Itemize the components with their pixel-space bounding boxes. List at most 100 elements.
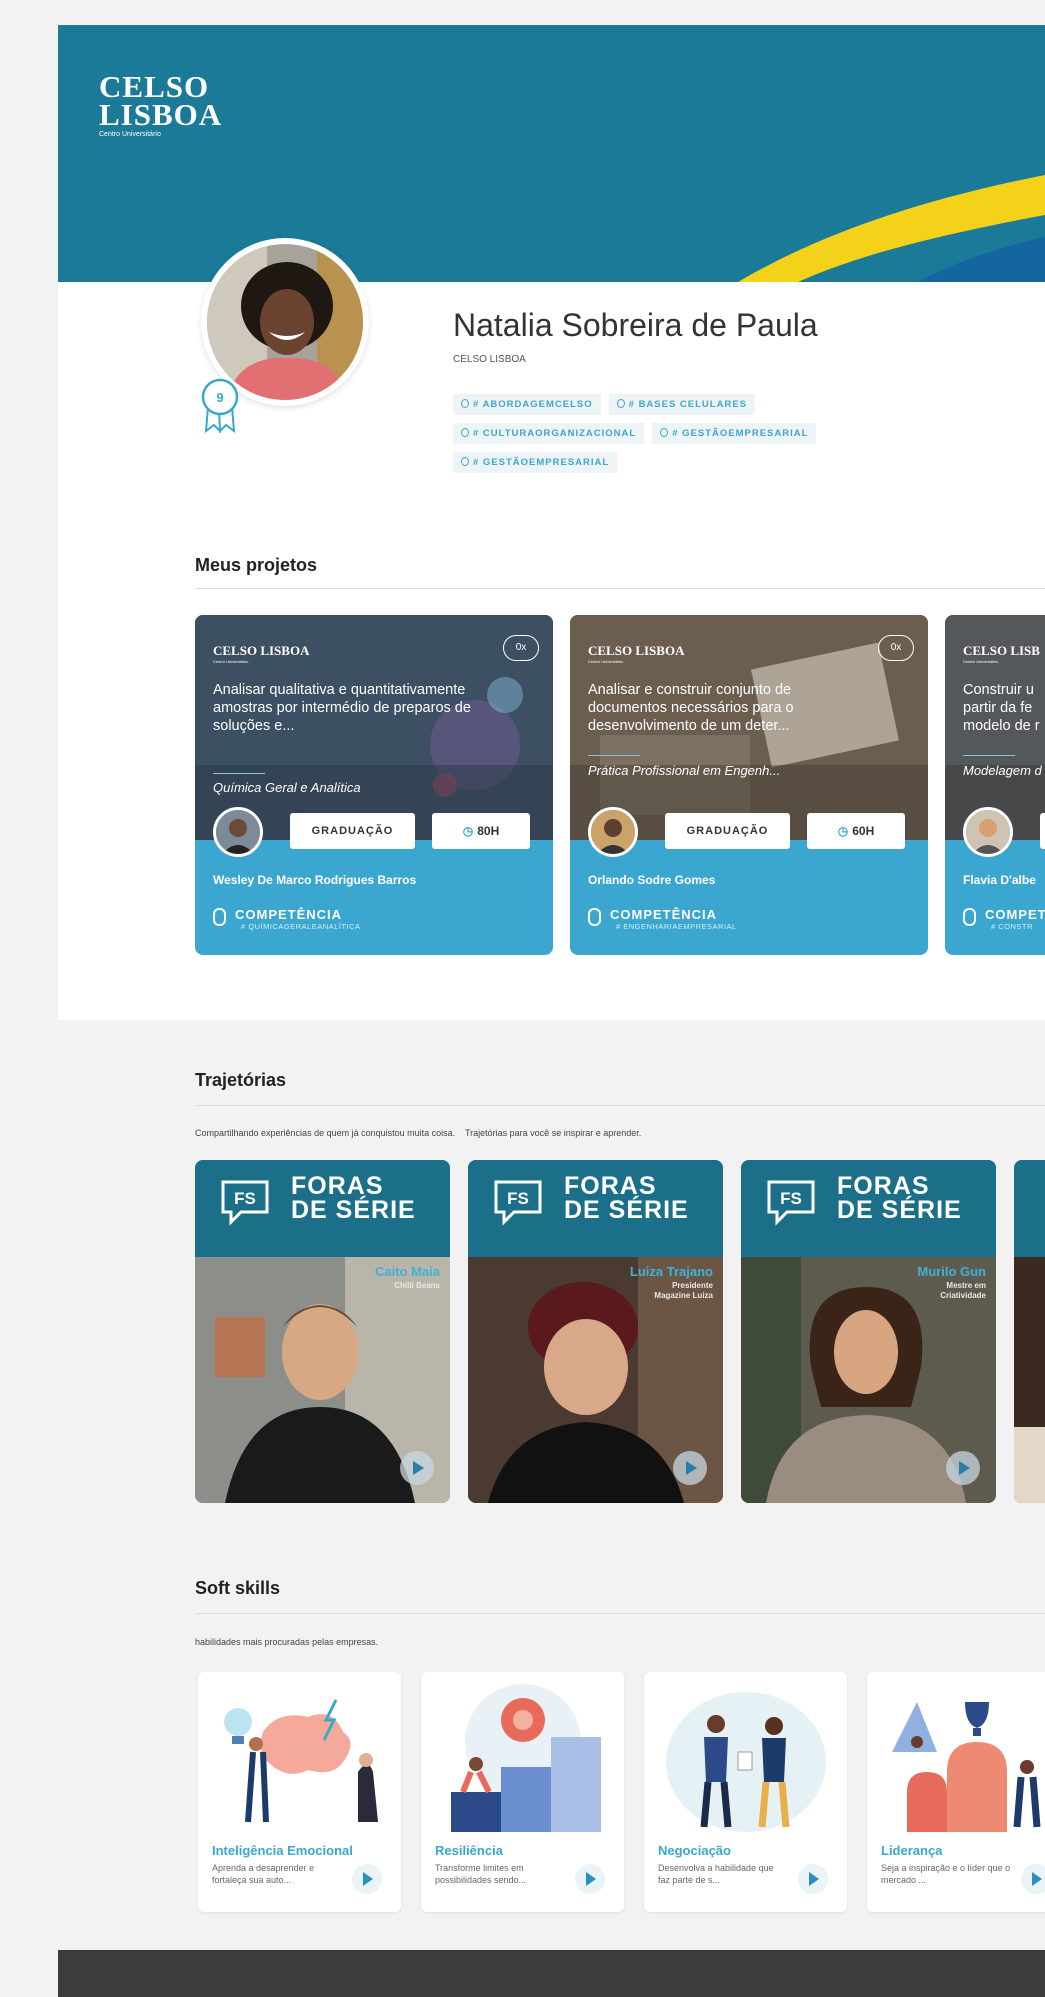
footer xyxy=(58,1950,1045,1997)
foras-de-serie-header: FS FORAS DE SÉRIE xyxy=(195,1160,450,1257)
fs-line1: FORAS xyxy=(564,1172,657,1200)
level-button[interactable]: GRADUAÇÃO xyxy=(665,813,790,849)
play-button-icon[interactable] xyxy=(673,1451,707,1485)
project-logo-sub: Centro Universitário xyxy=(963,659,999,664)
tag-chip[interactable]: # ABORDAGEMCELSO xyxy=(453,394,601,415)
speaker-name: Luiza Trajano xyxy=(629,1264,713,1279)
emotional-intelligence-illustration xyxy=(224,1699,378,1823)
skill-card[interactable]: Negociação Desenvolva a habilidade que f… xyxy=(644,1672,847,1912)
level-button[interactable] xyxy=(1040,813,1045,849)
skill-title: Negociação xyxy=(658,1843,731,1858)
projects-title: Meus projetos xyxy=(195,555,318,575)
project-logo-sub: Centro Universitário xyxy=(213,659,249,664)
level-badge-icon: 9 xyxy=(201,378,239,433)
professor-avatar xyxy=(588,807,638,857)
trajectory-card[interactable] xyxy=(1014,1160,1045,1503)
professor-avatar xyxy=(963,807,1013,857)
hours-label: 60H xyxy=(852,824,875,838)
project-card[interactable]: CELSO LISB Centro Universitário Construir… xyxy=(945,615,1045,955)
competence: COMPETÊNCIA # ENGENHARIAEMPRESARIAL xyxy=(588,907,737,931)
foras-de-serie-text: FORAS DE SÉRIE xyxy=(291,1174,416,1223)
project-image: CELSO LISBOA Centro Universitário 0x Anal… xyxy=(195,615,553,840)
fs-line2: DE SÉRIE xyxy=(564,1196,689,1224)
speaker-role: Chilli Beans xyxy=(394,1281,440,1290)
professor-name: Wesley De Marco Rodrigues Barros xyxy=(213,873,417,887)
foras-de-serie-text: FORAS DE SÉRIE xyxy=(564,1172,689,1224)
celso-lisboa-logo[interactable]: CELSO LISBOA Centro Universitário xyxy=(99,71,223,138)
project-divider xyxy=(588,755,640,756)
competence-tag: # CONSTR xyxy=(991,922,1033,931)
tag-chip[interactable]: # GESTÃOEMPRESARIAL xyxy=(652,423,817,444)
skill-card[interactable]: Inteligência Emocional Aprenda a desapre… xyxy=(198,1672,401,1912)
badge-icon xyxy=(660,428,669,437)
project-divider xyxy=(213,773,265,774)
profile-tags: # ABORDAGEMCELSO # BASES CELULARES # CULT… xyxy=(453,394,953,481)
clock-icon: ◷ xyxy=(837,824,849,838)
play-button-icon[interactable] xyxy=(946,1451,980,1485)
hours-button[interactable]: ◷ 60H xyxy=(807,813,905,849)
level-button[interactable]: GRADUAÇÃO xyxy=(290,813,415,849)
foras-de-serie-header xyxy=(1014,1160,1045,1257)
tag-label: # GESTÃOEMPRESARIAL xyxy=(672,428,809,439)
skill-description: Aprenda a desaprender e fortaleça sua au… xyxy=(212,1863,315,1885)
tag-chip[interactable]: # BASES CELULARES xyxy=(608,394,755,415)
play-icon[interactable] xyxy=(352,1864,382,1894)
profile-page: CELSO LISBOA Centro Universitário 9 Nata… xyxy=(58,25,1045,1997)
badge-icon xyxy=(461,399,469,408)
trajectory-card[interactable]: FS FORAS DE SÉRIE Luiza Trajano President… xyxy=(468,1160,723,1503)
speaker-name: Caito Maia xyxy=(374,1264,440,1279)
professor-name: Flavia D'albe xyxy=(963,873,1036,887)
speaker-photo xyxy=(1014,1257,1045,1503)
hours-label: 80H xyxy=(477,824,500,838)
profile-institution: CELSO LISBOA xyxy=(453,354,526,365)
hours-button[interactable]: ◷ 80H xyxy=(432,813,530,849)
project-card[interactable]: CELSO LISBOA Centro Universitário 0x Anal… xyxy=(570,615,928,955)
project-logo: CELSO LISBOA Centro Universitário xyxy=(213,643,309,664)
speaker-name: Murilo Gun xyxy=(917,1264,986,1279)
project-count-badge: 0x xyxy=(503,635,539,661)
project-divider xyxy=(963,755,1015,756)
negotiation-illustration xyxy=(666,1692,826,1832)
logo-sub: Centro Universitário xyxy=(99,131,161,138)
project-card[interactable]: CELSO LISBOA Centro Universitário 0x Anal… xyxy=(195,615,553,955)
logo-line2: LISBOA xyxy=(99,97,223,132)
trajectory-card[interactable]: FS FORAS DE SÉRIE Murilo Gun Mestre em Cr… xyxy=(741,1160,996,1503)
resilience-illustration xyxy=(451,1684,601,1832)
project-description: Construir u partir da fe modelo de r xyxy=(963,682,1040,734)
leadership-illustration xyxy=(892,1702,1041,1832)
fs-logo-icon: FS xyxy=(221,1180,269,1226)
project-logo: CELSO LISB Centro Universitário xyxy=(963,643,1040,664)
trajectory-card[interactable]: FS FORAS DE SÉRIE Caito Maia Chilli Beans xyxy=(195,1160,450,1503)
competence-label: COMPETÊNCIA xyxy=(610,907,718,922)
professor-avatar xyxy=(213,807,263,857)
project-logo-sub: Centro Universitário xyxy=(588,659,624,664)
badge-icon xyxy=(461,457,469,466)
soft-skills-title: Soft skills xyxy=(195,1578,281,1598)
tag-chip[interactable]: # GESTÃOEMPRESARIAL xyxy=(453,452,618,473)
badge-icon xyxy=(616,399,625,408)
play-button-icon[interactable] xyxy=(400,1451,434,1485)
skill-title: Liderança xyxy=(881,1843,943,1858)
project-image: CELSO LISB Centro Universitário Construir… xyxy=(945,615,1045,840)
fs-line2: DE SÉRIE xyxy=(837,1196,962,1224)
skill-title: Inteligência Emocional xyxy=(212,1843,353,1858)
play-icon[interactable] xyxy=(1021,1864,1045,1894)
clock-icon: ◷ xyxy=(462,824,474,838)
fs-mark: FS xyxy=(234,1189,256,1208)
play-icon[interactable] xyxy=(575,1864,605,1894)
project-logo-text: CELSO LISBOA xyxy=(213,643,310,658)
competence: COMPET # CONSTR xyxy=(963,907,1045,931)
professor-name: Orlando Sodre Gomes xyxy=(588,873,716,887)
project-count-badge: 0x xyxy=(878,635,914,661)
level-number: 9 xyxy=(216,390,223,405)
skill-card[interactable]: Liderança Seja a inspiração e o líder qu… xyxy=(867,1672,1045,1912)
project-description: Analisar e construir conjunto de documen… xyxy=(588,682,794,734)
soft-skills-divider xyxy=(195,1613,1045,1614)
fs-logo-icon: FS xyxy=(767,1180,815,1226)
fs-mark: FS xyxy=(507,1189,529,1208)
skill-card[interactable]: Resiliência Transforme limites em possib… xyxy=(421,1672,624,1912)
banner-swoosh xyxy=(738,175,1045,282)
tag-chip[interactable]: # CULTURAORGANIZACIONAL xyxy=(453,423,645,444)
tag-label: # GESTÃOEMPRESARIAL xyxy=(473,457,610,468)
play-icon[interactable] xyxy=(798,1864,828,1894)
